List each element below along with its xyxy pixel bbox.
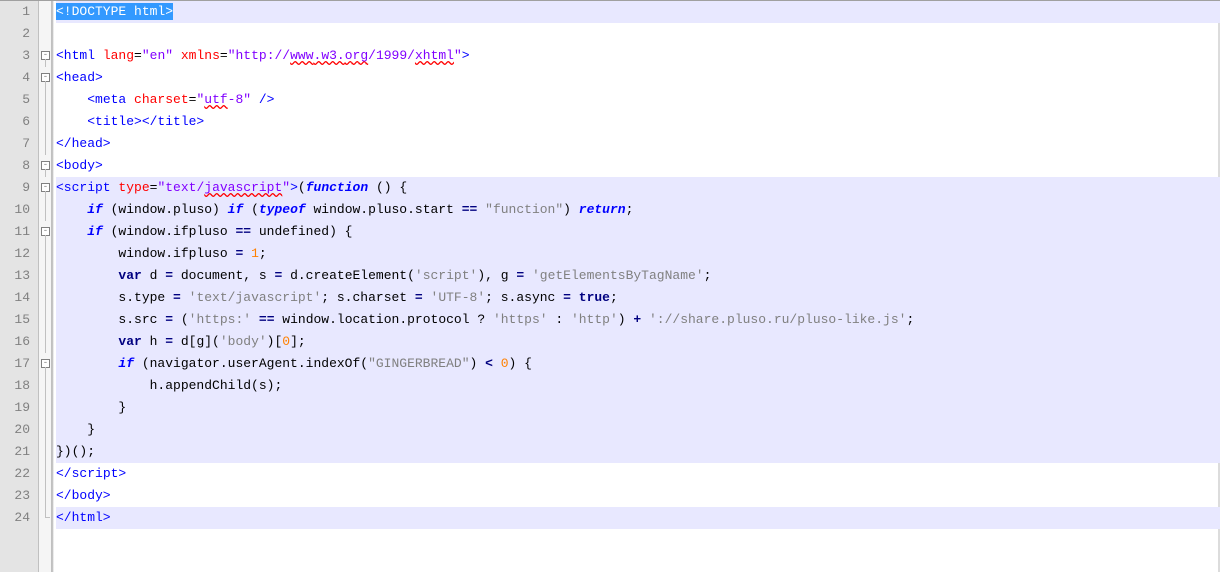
line-number: 11	[0, 221, 38, 243]
code-line[interactable]: if (window.ifpluso == undefined) {	[56, 221, 1220, 243]
code-line[interactable]: })();	[56, 441, 1220, 463]
line-number: 18	[0, 375, 38, 397]
fold-cell[interactable]	[39, 23, 51, 45]
line-number: 12	[0, 243, 38, 265]
line-number: 7	[0, 133, 38, 155]
fold-cell[interactable]: -	[39, 353, 51, 375]
fold-cell[interactable]: -	[39, 221, 51, 243]
line-number: 22	[0, 463, 38, 485]
line-number-gutter: 123456789101112131415161718192021222324	[0, 1, 38, 572]
fold-cell[interactable]	[39, 1, 51, 23]
code-line[interactable]: <head>	[56, 67, 1220, 89]
line-number: 3	[0, 45, 38, 67]
line-number: 6	[0, 111, 38, 133]
fold-cell[interactable]	[39, 243, 51, 265]
code-line[interactable]: if (window.pluso) if (typeof window.plus…	[56, 199, 1220, 221]
line-number: 1	[0, 1, 38, 23]
code-line[interactable]: s.type = 'text/javascript'; s.charset = …	[56, 287, 1220, 309]
fold-cell[interactable]	[39, 133, 51, 155]
line-number: 9	[0, 177, 38, 199]
text-selection: <!DOCTYPE html>	[56, 3, 173, 20]
line-number: 16	[0, 331, 38, 353]
fold-cell[interactable]	[39, 485, 51, 507]
code-line[interactable]: <script type="text/javascript">(function…	[56, 177, 1220, 199]
code-line[interactable]: }	[56, 397, 1220, 419]
code-line[interactable]: }	[56, 419, 1220, 441]
code-line[interactable]: <meta charset="utf-8" />	[56, 89, 1220, 111]
fold-cell[interactable]	[39, 309, 51, 331]
code-line[interactable]: if (navigator.userAgent.indexOf("GINGERB…	[56, 353, 1220, 375]
code-line[interactable]: <!DOCTYPE html>	[56, 1, 1220, 23]
fold-cell[interactable]: -	[39, 67, 51, 89]
fold-cell[interactable]	[39, 463, 51, 485]
fold-column[interactable]: ------	[38, 1, 52, 572]
fold-cell[interactable]	[39, 507, 51, 529]
line-number: 20	[0, 419, 38, 441]
line-number: 5	[0, 89, 38, 111]
line-number: 8	[0, 155, 38, 177]
fold-cell[interactable]	[39, 331, 51, 353]
fold-cell[interactable]: -	[39, 45, 51, 67]
line-number: 14	[0, 287, 38, 309]
fold-cell[interactable]	[39, 199, 51, 221]
code-line[interactable]: </html>	[56, 507, 1220, 529]
line-number: 17	[0, 353, 38, 375]
line-number: 15	[0, 309, 38, 331]
line-number: 21	[0, 441, 38, 463]
line-number: 13	[0, 265, 38, 287]
code-line[interactable]: </body>	[56, 485, 1220, 507]
code-line[interactable]: <body>	[56, 155, 1220, 177]
code-line[interactable]: </script>	[56, 463, 1220, 485]
fold-cell[interactable]	[39, 265, 51, 287]
fold-cell[interactable]: -	[39, 155, 51, 177]
code-line[interactable]: <html lang="en" xmlns="http://www.w3.org…	[56, 45, 1220, 67]
code-line[interactable]: <title></title>	[56, 111, 1220, 133]
code-line[interactable]: var d = document, s = d.createElement('s…	[56, 265, 1220, 287]
line-number: 23	[0, 485, 38, 507]
line-number: 19	[0, 397, 38, 419]
fold-cell[interactable]	[39, 287, 51, 309]
fold-cell[interactable]	[39, 441, 51, 463]
fold-cell[interactable]	[39, 375, 51, 397]
line-number: 24	[0, 507, 38, 529]
fold-cell[interactable]: -	[39, 177, 51, 199]
code-line[interactable]: </head>	[56, 133, 1220, 155]
fold-cell[interactable]	[39, 89, 51, 111]
line-number: 4	[0, 67, 38, 89]
line-number: 2	[0, 23, 38, 45]
code-editor[interactable]: 123456789101112131415161718192021222324 …	[0, 1, 1220, 572]
fold-cell[interactable]	[39, 111, 51, 133]
code-line[interactable]: window.ifpluso = 1;	[56, 243, 1220, 265]
line-number: 10	[0, 199, 38, 221]
code-line[interactable]: s.src = ('https:' == window.location.pro…	[56, 309, 1220, 331]
fold-cell[interactable]	[39, 397, 51, 419]
fold-cell[interactable]	[39, 419, 51, 441]
code-line[interactable]: h.appendChild(s);	[56, 375, 1220, 397]
code-line[interactable]	[56, 23, 1220, 45]
code-line[interactable]: var h = d[g]('body')[0];	[56, 331, 1220, 353]
code-area[interactable]: <!DOCTYPE html> <html lang="en" xmlns="ht…	[52, 1, 1220, 572]
